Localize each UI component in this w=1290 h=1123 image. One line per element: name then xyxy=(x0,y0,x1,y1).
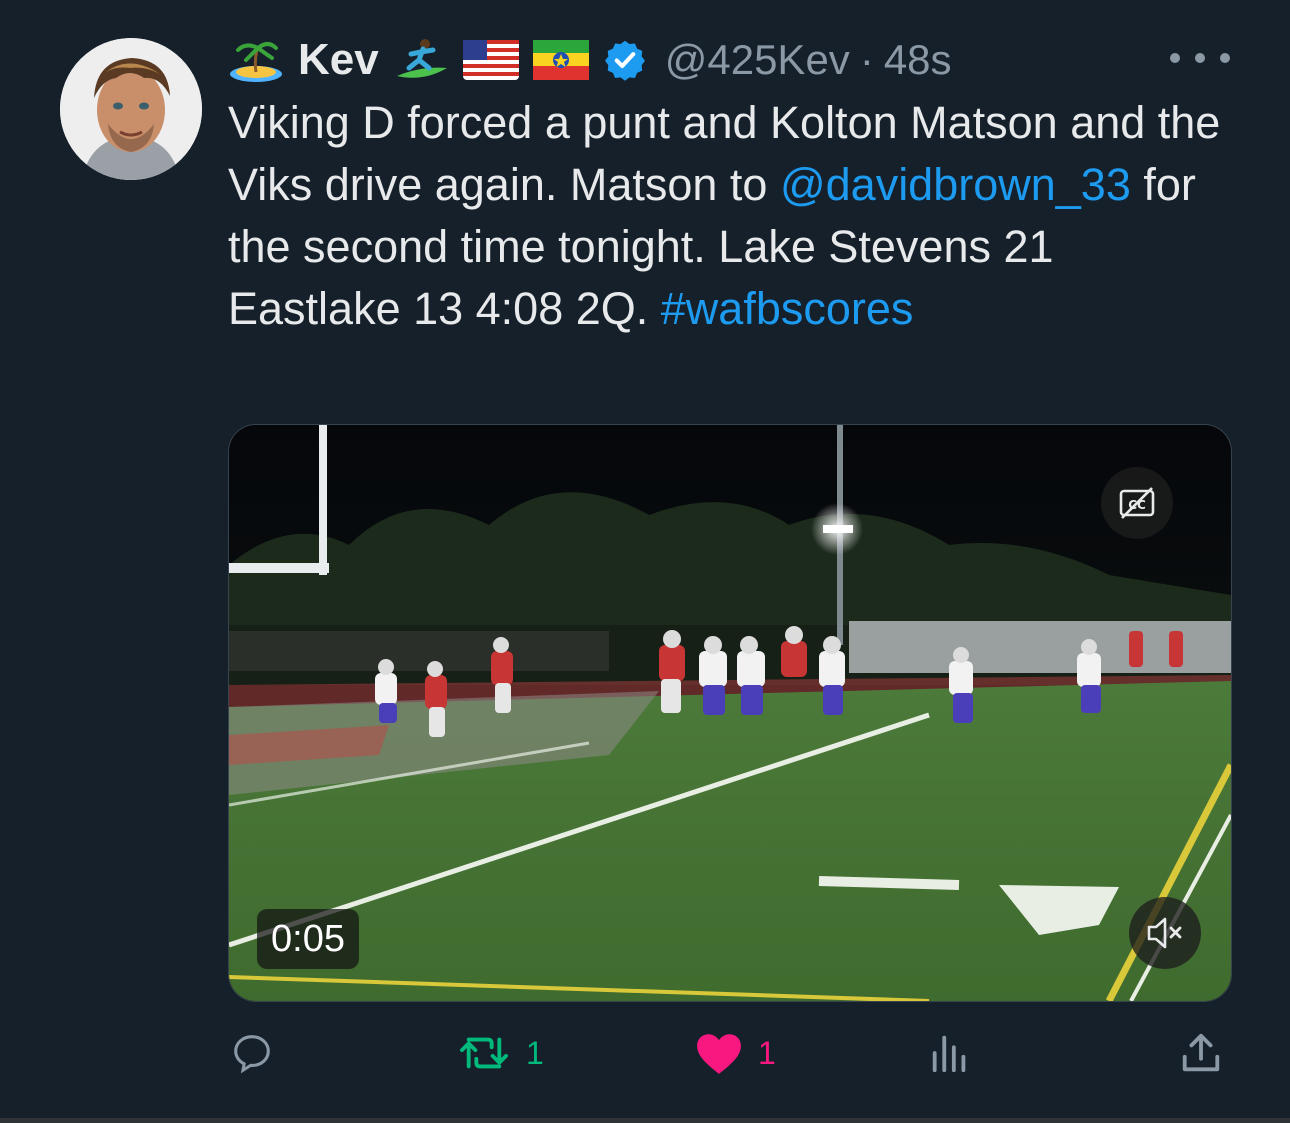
reply-button[interactable] xyxy=(228,1022,290,1084)
like-count: 1 xyxy=(758,1034,776,1071)
heart-filled-icon xyxy=(697,1034,741,1074)
divider xyxy=(0,1118,1290,1123)
like-button[interactable]: 1 xyxy=(694,1022,776,1084)
mention-link[interactable]: @davidbrown_33 xyxy=(780,159,1131,210)
muted-speaker-icon xyxy=(1147,917,1182,949)
video-duration: 0:05 xyxy=(257,909,359,969)
tweet-text: Viking D forced a punt and Kolton Matson… xyxy=(228,92,1238,340)
author-handle[interactable]: @425Kev xyxy=(665,36,850,84)
share-button[interactable] xyxy=(1178,1022,1224,1084)
retweet-button[interactable]: 1 xyxy=(456,1022,544,1084)
reply-icon xyxy=(234,1035,270,1074)
desert-island-emoji xyxy=(228,38,284,82)
separator-dot: · xyxy=(859,36,874,83)
volume-button[interactable] xyxy=(1129,897,1201,969)
us-flag-emoji xyxy=(462,40,519,80)
captions-button[interactable]: CC xyxy=(1101,467,1173,539)
views-button[interactable] xyxy=(928,1022,972,1084)
retweet-icon xyxy=(460,1037,508,1069)
hashtag-link[interactable]: #wafbscores xyxy=(661,283,914,334)
more-options-icon[interactable] xyxy=(1170,40,1230,76)
avatar[interactable] xyxy=(60,38,202,180)
tweet-actions: 1 1 xyxy=(228,1022,1228,1084)
timestamp[interactable]: 48s xyxy=(884,36,952,84)
tweet-card[interactable]: Kev @425Kev · 48s Viking D forced a punt… xyxy=(0,0,1290,1118)
verified-badge-icon xyxy=(603,38,647,82)
views-chart-icon xyxy=(932,1035,966,1073)
tweet-header: Kev @425Kev · 48s xyxy=(228,30,952,90)
video-player[interactable]: CC 0:05 xyxy=(228,424,1232,1002)
ethiopia-flag-emoji xyxy=(532,40,589,80)
share-icon xyxy=(1182,1033,1220,1072)
avatar-photo xyxy=(60,38,202,180)
video-frame xyxy=(229,425,1231,1001)
retweet-count: 1 xyxy=(526,1034,544,1071)
surfer-emoji xyxy=(393,38,449,82)
author-name[interactable]: Kev xyxy=(298,35,379,85)
cc-off-icon: CC xyxy=(1119,487,1155,519)
